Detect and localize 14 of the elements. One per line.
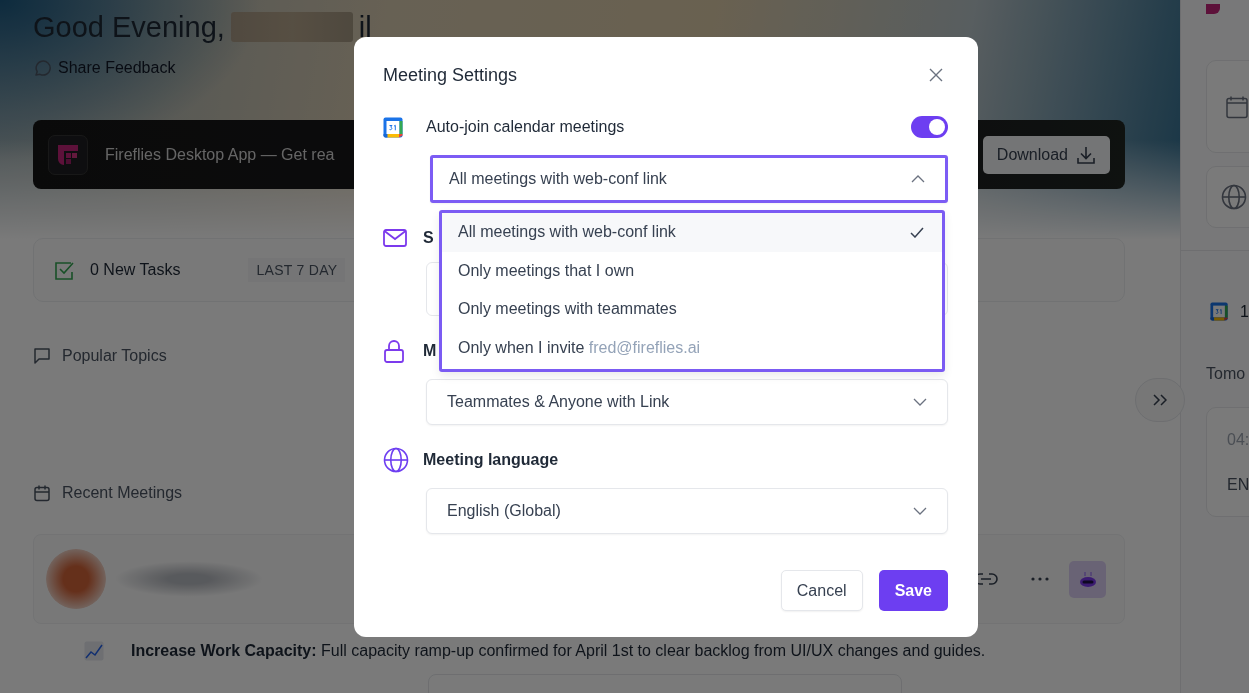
- summary-text: Increase Work Capacity: Full capacity ramp-up confirmed for April 1st to clear backlog from UI/UX changes and guides.: [131, 642, 986, 660]
- section-title: Recent Meetings: [62, 484, 183, 502]
- setting-label: Auto-join calendar meetings: [426, 118, 625, 136]
- banner-text: Fireflies Desktop App — Get rea: [105, 145, 336, 164]
- dialog-title: Meeting Settings: [383, 64, 518, 86]
- day-label: Tomo: [1206, 365, 1247, 383]
- setting-label: Meeting language: [423, 451, 559, 469]
- setting-label: M: [423, 342, 437, 360]
- event-language: EN: [1227, 475, 1249, 494]
- tasks-count: 0 New Tasks: [90, 261, 181, 279]
- greeting-text: il: [358, 10, 372, 44]
- meeting-count: 1: [1240, 302, 1249, 321]
- section-title: Popular Topics: [62, 347, 167, 365]
- setting-label: S: [423, 229, 434, 247]
